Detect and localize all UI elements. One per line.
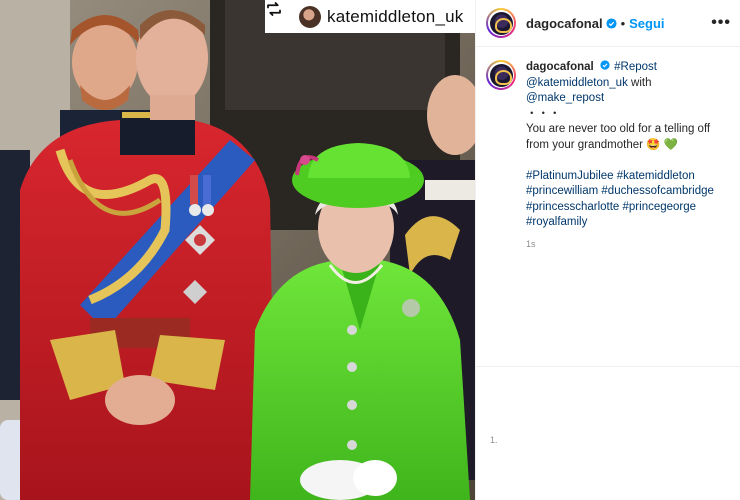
post-header: dagocafonal • Segui ••• <box>476 0 740 47</box>
repost-icon <box>267 2 293 27</box>
separator-dot: • <box>620 15 626 31</box>
mention-katemiddleton[interactable]: @katemiddleton_uk <box>526 77 628 89</box>
caption-dots: ・・・ <box>526 107 561 120</box>
caption-verified-icon <box>600 60 611 71</box>
caption-hashtags[interactable]: #PlatinumJubilee #katemiddleton #princew… <box>526 170 714 229</box>
repost-hashtag[interactable]: #Repost <box>614 61 657 73</box>
more-options-icon[interactable]: ••• <box>711 14 731 32</box>
caption-emoji: 🤩 💚 <box>646 138 679 151</box>
caption-username[interactable]: dagocafonal <box>526 61 594 73</box>
comments-divider <box>476 366 740 367</box>
post-sidebar: dagocafonal • Segui ••• dagocafonal #Rep… <box>475 0 740 500</box>
bottom-mark: 1. <box>490 435 498 445</box>
caption-text: dagocafonal #Repost @katemiddleton_uk wi… <box>526 60 731 252</box>
author-avatar[interactable] <box>486 8 516 38</box>
repost-avatar <box>299 5 321 28</box>
repost-account-name: katemiddleton_uk <box>327 6 464 26</box>
post-timestamp: 1s <box>526 238 536 249</box>
mention-make-repost[interactable]: @make_repost <box>526 92 604 104</box>
repost-attribution[interactable]: katemiddleton_uk <box>265 0 475 33</box>
caption-message: You are never too old for a telling off … <box>526 123 711 151</box>
caption-avatar[interactable] <box>486 60 516 90</box>
post-photo[interactable]: katemiddleton_uk <box>0 0 475 500</box>
verified-badge-icon <box>606 17 617 29</box>
caption-with: with <box>627 76 652 89</box>
author-username[interactable]: dagocafonal <box>526 16 603 31</box>
photo-scene <box>0 0 475 500</box>
caption: dagocafonal #Repost @katemiddleton_uk wi… <box>486 60 734 252</box>
follow-button[interactable]: Segui <box>629 16 664 31</box>
